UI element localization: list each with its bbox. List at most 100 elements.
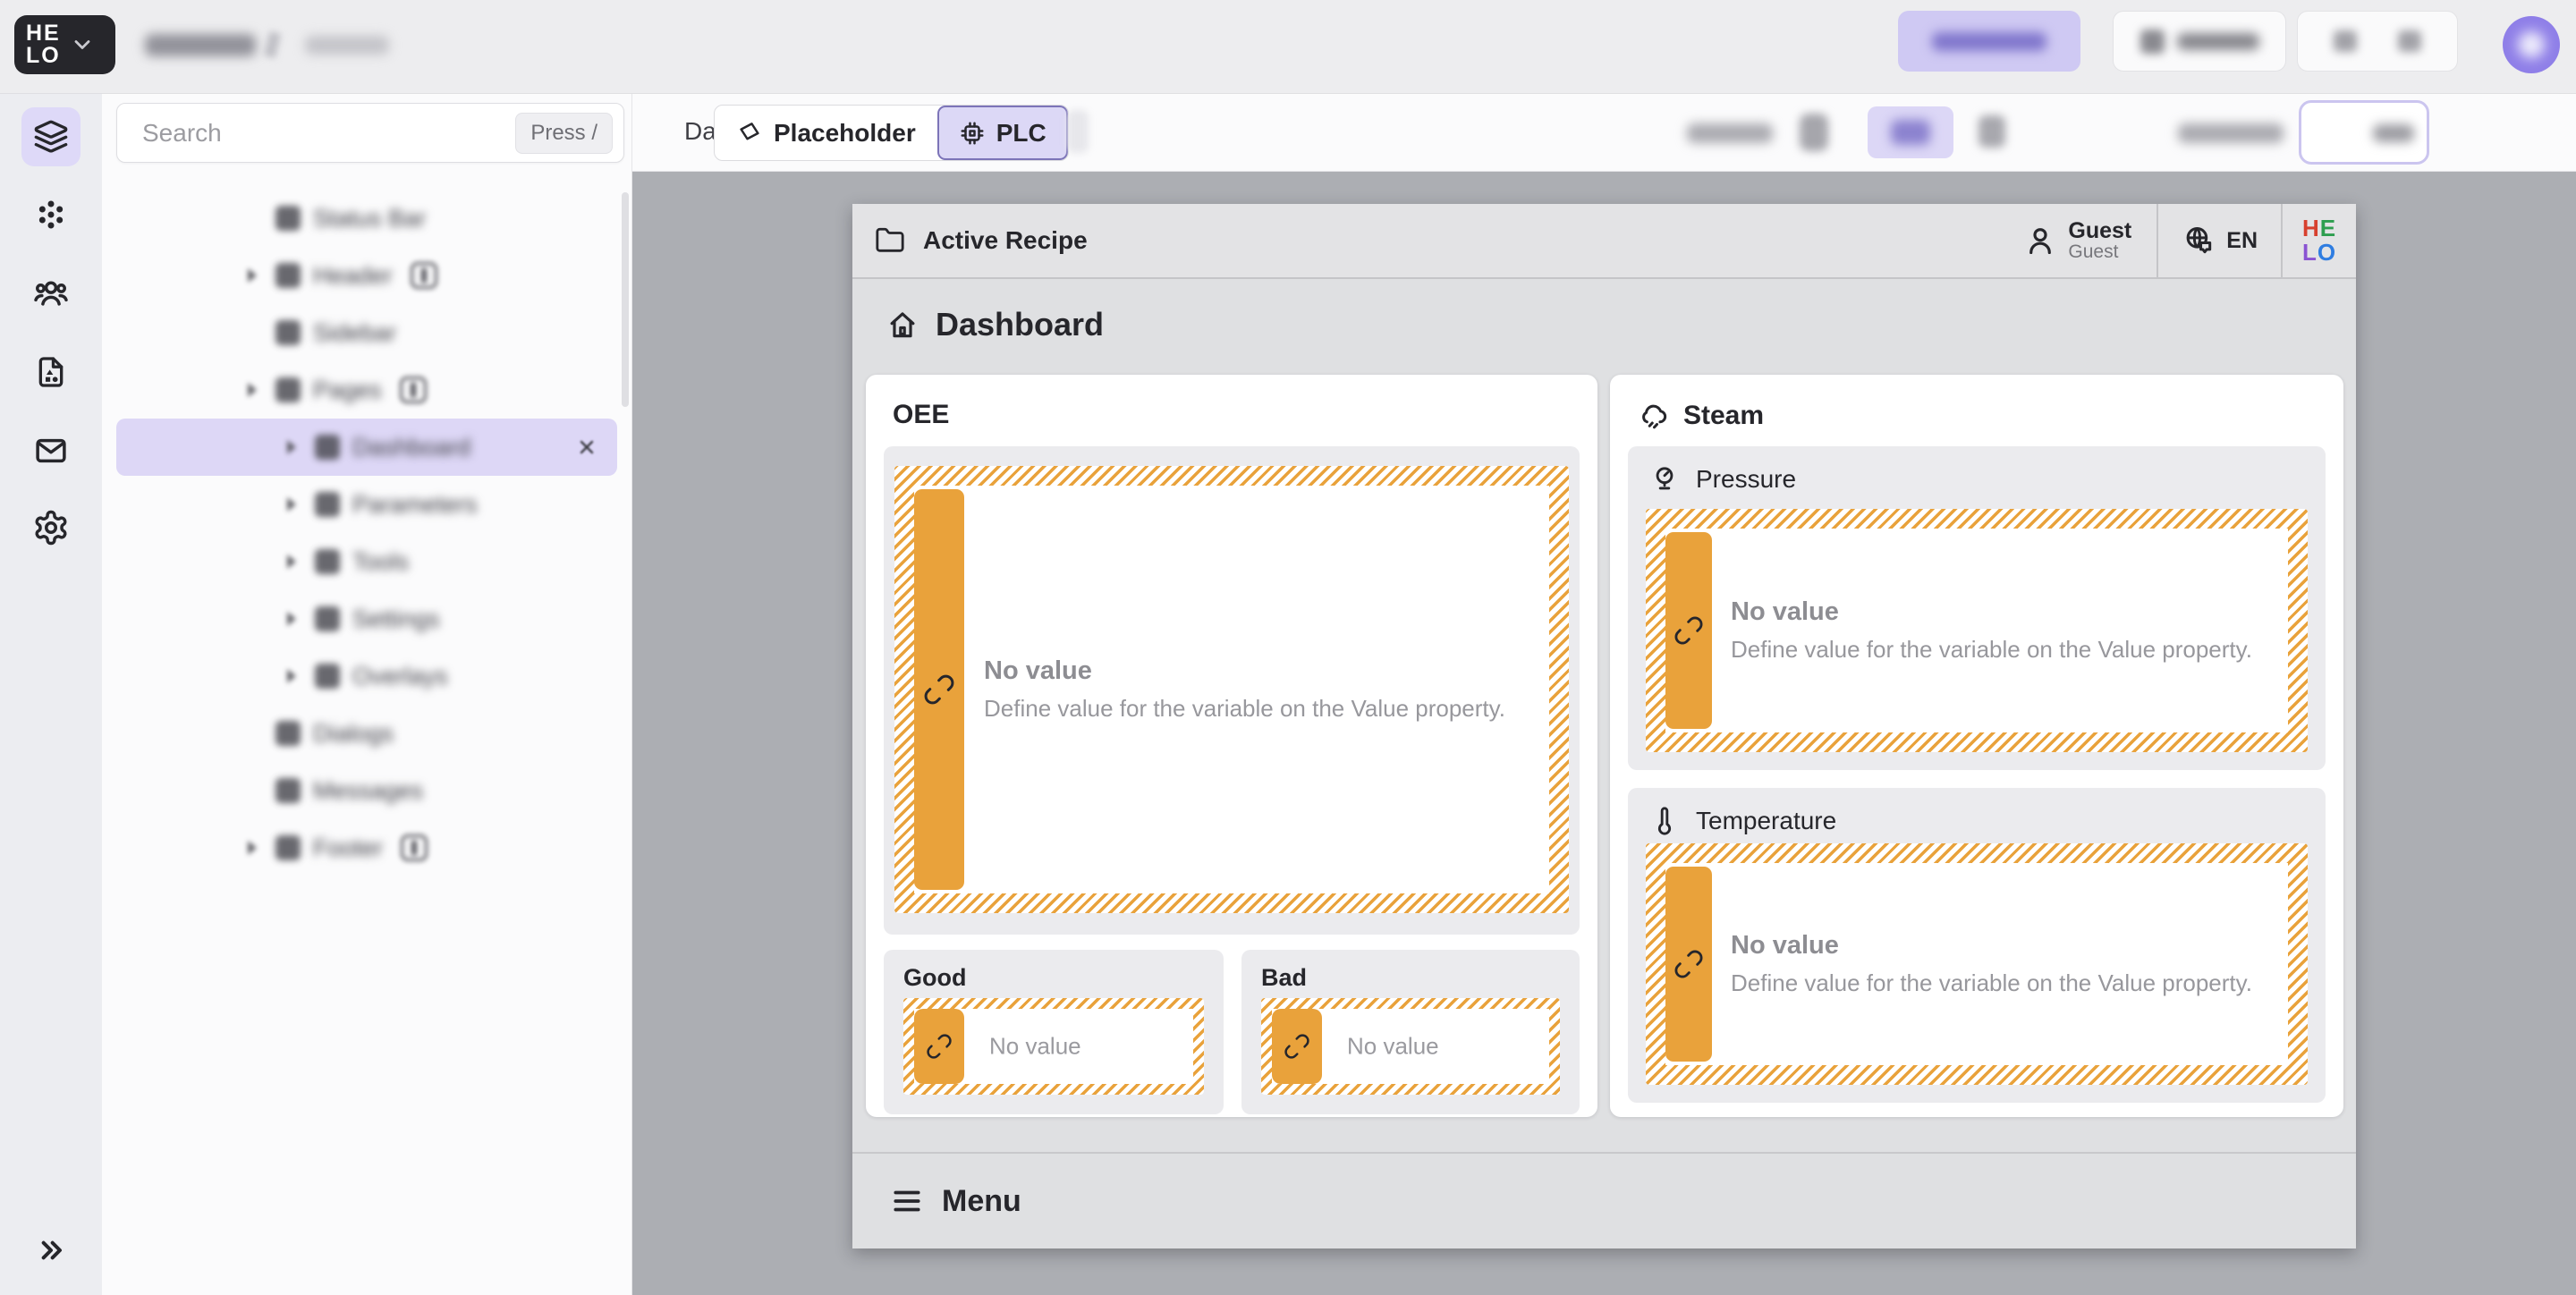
bad-value-widget-unbound[interactable]: No value bbox=[1261, 998, 1560, 1095]
tree-item-status-bar[interactable]: Status Bar bbox=[116, 190, 617, 247]
footer-icon bbox=[275, 835, 301, 860]
page-icon bbox=[315, 492, 340, 517]
active-recipe-label: Active Recipe bbox=[923, 226, 1088, 255]
tree-item-pages[interactable]: Pages bbox=[116, 361, 617, 419]
user-avatar[interactable] bbox=[2503, 16, 2560, 73]
theme-bulb-icon[interactable] bbox=[1800, 114, 1828, 151]
rail-item-users[interactable] bbox=[21, 264, 80, 323]
tree-item-parameters[interactable]: Parameters bbox=[116, 476, 617, 533]
users-group-icon bbox=[32, 275, 70, 312]
user-icon bbox=[2023, 224, 2057, 258]
hmi-menu-button[interactable]: Menu bbox=[852, 1152, 2356, 1248]
app-logo-menu[interactable]: HE LO bbox=[14, 15, 115, 74]
chevron-right-icon[interactable] bbox=[281, 494, 302, 515]
tree-item-dashboard-selected[interactable]: Dashboard bbox=[116, 419, 617, 476]
rail-item-layers[interactable] bbox=[21, 107, 80, 166]
tree-item-footer[interactable]: Footer bbox=[116, 819, 617, 876]
redacted-button-label bbox=[2177, 33, 2259, 50]
segment-placeholder[interactable]: Placeholder bbox=[715, 106, 937, 160]
steam-card[interactable]: Steam Pressure No value Define v bbox=[1610, 375, 2343, 1117]
close-icon[interactable] bbox=[576, 436, 597, 458]
spacer bbox=[242, 780, 263, 801]
preview-icon bbox=[2140, 30, 2165, 54]
gauge-icon bbox=[1649, 464, 1680, 495]
no-value-message: No value Define value for the variable o… bbox=[984, 656, 1505, 723]
unbound-marker-bar bbox=[914, 1009, 964, 1084]
preview-button[interactable] bbox=[2113, 11, 2286, 72]
unlink-icon bbox=[1674, 615, 1704, 646]
tree-item-sidebar[interactable]: Sidebar bbox=[116, 304, 617, 361]
view-mode-button-active[interactable] bbox=[1868, 106, 1953, 158]
tree-item-settings[interactable]: Settings bbox=[116, 590, 617, 648]
messages-icon bbox=[275, 778, 301, 803]
oee-gauge-widget-unbound[interactable]: No value Define value for the variable o… bbox=[894, 466, 1569, 913]
count-badge bbox=[401, 834, 428, 861]
undo-redo-group bbox=[2297, 11, 2458, 72]
tree-item-header[interactable]: Header bbox=[116, 247, 617, 304]
tree-item-messages[interactable]: Messages bbox=[116, 762, 617, 819]
redo-icon[interactable] bbox=[2398, 30, 2421, 52]
scrollbar-thumb[interactable] bbox=[622, 192, 629, 407]
tree-item-tools[interactable]: Tools bbox=[116, 533, 617, 590]
chevrons-right-icon bbox=[33, 1232, 69, 1268]
temperature-widget-unbound[interactable]: No value Define value for the variable o… bbox=[1646, 843, 2308, 1085]
unlink-icon bbox=[923, 673, 955, 706]
unlink-icon bbox=[1674, 949, 1704, 979]
hmi-page-title: Dashboard bbox=[886, 306, 1104, 343]
chevron-right-icon[interactable] bbox=[281, 608, 302, 630]
rail-item-components[interactable] bbox=[21, 185, 80, 244]
chevron-right-icon[interactable] bbox=[242, 379, 263, 401]
dashboard-icon bbox=[315, 435, 340, 460]
unlink-icon bbox=[926, 1033, 953, 1060]
active-recipe[interactable]: Active Recipe bbox=[852, 225, 1088, 256]
hmi-language-button[interactable]: EN bbox=[2158, 204, 2281, 277]
chevron-right-icon[interactable] bbox=[281, 665, 302, 687]
good-value-widget-unbound[interactable]: No value bbox=[903, 998, 1204, 1095]
rail-item-messages[interactable] bbox=[21, 421, 80, 480]
canvas-toolbar-right bbox=[1682, 94, 2576, 172]
gear-icon bbox=[32, 509, 70, 546]
undo-icon[interactable] bbox=[2334, 30, 2357, 52]
chevron-right-icon[interactable] bbox=[281, 551, 302, 572]
dialogs-icon bbox=[275, 721, 301, 746]
test-mode-toggle[interactable] bbox=[2299, 100, 2429, 165]
steam-card-title: Steam bbox=[1637, 400, 1764, 432]
hamburger-menu-icon bbox=[890, 1184, 924, 1218]
chevron-right-icon[interactable] bbox=[281, 436, 302, 458]
redacted-device-label bbox=[1687, 123, 1773, 143]
view-mode-button[interactable] bbox=[1979, 115, 2005, 148]
unbound-marker-bar bbox=[1665, 532, 1712, 729]
data-source-segmented-control: Placeholder PLC bbox=[714, 105, 1069, 161]
layers-icon bbox=[33, 119, 69, 155]
chevron-right-icon[interactable] bbox=[242, 837, 263, 859]
rail-item-settings[interactable] bbox=[21, 498, 80, 557]
toggle-state-label bbox=[2373, 124, 2414, 142]
layers-tree-panel: Press / Status Bar Header Sidebar bbox=[102, 94, 632, 1295]
thermometer-icon bbox=[1649, 806, 1680, 836]
spacer bbox=[242, 207, 263, 229]
expand-panel-button[interactable] bbox=[21, 1223, 80, 1277]
spacer bbox=[242, 723, 263, 744]
search-input[interactable] bbox=[142, 119, 515, 148]
chevron-right-icon[interactable] bbox=[242, 265, 263, 286]
breadcrumb-separator bbox=[264, 31, 281, 58]
top-bar: HE LO bbox=[0, 0, 2576, 94]
unlink-icon bbox=[1284, 1033, 1310, 1060]
pressure-widget-unbound[interactable]: No value Define value for the variable o… bbox=[1646, 509, 2308, 752]
tree-item-dialogs[interactable]: Dialogs bbox=[116, 705, 617, 762]
home-icon bbox=[886, 308, 919, 342]
globe-language-icon bbox=[2182, 224, 2216, 258]
hmi-user-button[interactable]: Guest Guest bbox=[1998, 204, 2157, 277]
mail-icon bbox=[32, 432, 70, 470]
segment-plc[interactable]: PLC bbox=[937, 106, 1068, 160]
statusbar-icon bbox=[275, 206, 301, 231]
left-icon-rail bbox=[0, 94, 102, 1295]
save-project-button[interactable] bbox=[1898, 11, 2080, 72]
oee-card[interactable]: OEE No value Define value for the variab… bbox=[866, 375, 1597, 1117]
tree-item-overlays[interactable]: Overlays bbox=[116, 648, 617, 705]
redacted-project-name[interactable] bbox=[145, 34, 256, 56]
rail-item-assets[interactable] bbox=[21, 343, 80, 402]
page-icon bbox=[315, 606, 340, 631]
oee-gauge-panel: No value Define value for the variable o… bbox=[884, 446, 1580, 935]
chevron-down-icon bbox=[70, 32, 95, 57]
